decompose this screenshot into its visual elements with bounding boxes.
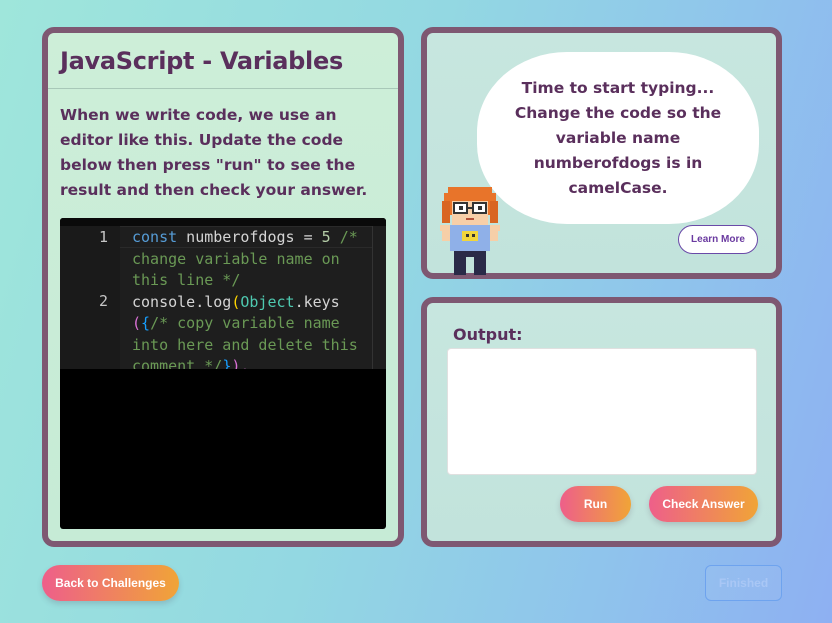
output-panel: Output: Run Check Answer bbox=[421, 297, 782, 547]
back-to-challenges-button[interactable]: Back to Challenges bbox=[42, 565, 179, 601]
code-text: .keys bbox=[294, 292, 340, 311]
code-bracket: } bbox=[222, 357, 232, 369]
editor-gutter: 1 2 bbox=[60, 226, 120, 369]
speech-bubble: Time to start typing... Change the code … bbox=[477, 52, 759, 224]
instructions-panel: Time to start typing... Change the code … bbox=[421, 27, 782, 279]
editor-scrollbar[interactable] bbox=[372, 226, 386, 369]
title-divider bbox=[48, 88, 398, 89]
output-label: Output: bbox=[453, 325, 523, 344]
code-bracket: { bbox=[141, 314, 151, 332]
lesson-panel: JavaScript - Variables When we write cod… bbox=[42, 27, 404, 547]
code-object: Object bbox=[240, 292, 295, 311]
lesson-intro: When we write code, we use an editor lik… bbox=[60, 106, 368, 199]
code-bracket: ). bbox=[231, 357, 250, 369]
code-text: console.log bbox=[132, 292, 232, 311]
code-keyword: const bbox=[132, 228, 178, 246]
run-button[interactable]: Run bbox=[560, 486, 631, 522]
editor-code-area[interactable]: 1 2 const numberofdogs = 5 /* change var… bbox=[60, 226, 386, 369]
output-box bbox=[447, 348, 757, 475]
code-editor[interactable]: 1 2 const numberofdogs = 5 /* change var… bbox=[60, 218, 386, 529]
learn-more-button[interactable]: Learn More bbox=[678, 225, 758, 254]
line-number: 2 bbox=[98, 292, 108, 310]
finished-button[interactable]: Finished bbox=[705, 565, 782, 601]
line-number: 1 bbox=[98, 228, 108, 246]
instruction-text: Time to start typing... Change the code … bbox=[514, 78, 722, 197]
code-bracket: ( bbox=[132, 314, 142, 332]
code-lines[interactable]: const numberofdogs = 5 /* change variabl… bbox=[132, 227, 372, 369]
check-answer-button[interactable]: Check Answer bbox=[649, 486, 758, 522]
code-comment: /* copy variable name into here and dele… bbox=[132, 314, 367, 369]
pixel-character-avatar bbox=[440, 187, 500, 275]
editor-top-bar bbox=[60, 218, 386, 226]
code-text: numberofdogs = bbox=[177, 228, 322, 246]
code-number: 5 bbox=[321, 228, 331, 246]
lesson-title: JavaScript - Variables bbox=[60, 47, 343, 75]
